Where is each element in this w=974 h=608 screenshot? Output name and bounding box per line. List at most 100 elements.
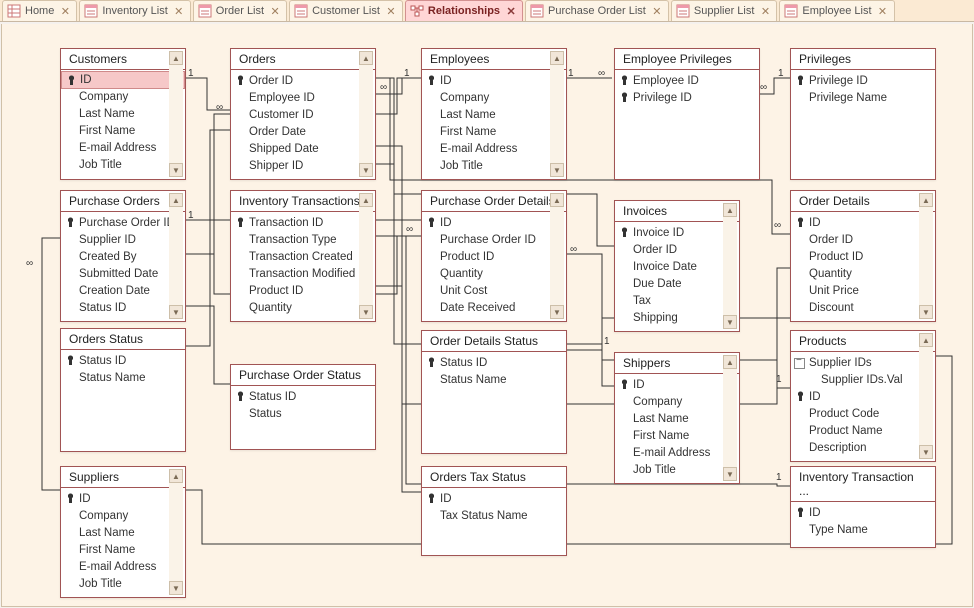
field-row[interactable]: Product Name — [791, 422, 935, 439]
field-row[interactable]: Status Name — [422, 371, 566, 388]
scroll-down-icon[interactable]: ▼ — [919, 305, 933, 319]
field-row[interactable]: Created By — [61, 248, 185, 265]
scroll-down-icon[interactable]: ▼ — [169, 163, 183, 177]
table-purchase-order-status[interactable]: Purchase Order Status Status ID Status — [230, 364, 376, 450]
scrollbar[interactable]: ▲▼ — [550, 193, 564, 319]
close-icon[interactable]: ✕ — [386, 6, 396, 16]
close-icon[interactable]: ✕ — [174, 6, 184, 16]
field-row[interactable]: Status ID — [61, 299, 185, 316]
field-row[interactable]: Product Code — [791, 405, 935, 422]
close-icon[interactable]: ✕ — [652, 6, 662, 16]
table-purchase-order-details[interactable]: Purchase Order Details ID Purchase Order… — [421, 190, 567, 322]
field-row[interactable]: Last Name — [422, 106, 566, 123]
table-employee-privileges[interactable]: Employee Privileges Employee ID Privileg… — [614, 48, 760, 180]
field-row[interactable]: Employee ID — [615, 72, 759, 89]
field-row[interactable]: E-mail Address — [422, 140, 566, 157]
table-orders-tax-status[interactable]: Orders Tax Status ID Tax Status Name — [421, 466, 567, 556]
field-row[interactable]: Transaction ID — [231, 214, 375, 231]
field-row[interactable]: First Name — [422, 123, 566, 140]
scroll-up-icon[interactable]: ▲ — [550, 193, 564, 207]
field-row[interactable]: Customer ID — [231, 106, 375, 123]
table-orders[interactable]: Orders Order ID Employee ID Customer ID … — [230, 48, 376, 180]
close-icon[interactable]: ✕ — [760, 6, 770, 16]
field-row[interactable]: Quantity — [791, 265, 935, 282]
field-row[interactable]: Unit Cost — [422, 282, 566, 299]
tab-inventory-list[interactable]: Inventory List ✕ — [79, 0, 190, 21]
tab-order-list[interactable]: Order List ✕ — [193, 0, 287, 21]
table-order-details[interactable]: Order Details ID Order ID Product ID Qua… — [790, 190, 936, 322]
field-row[interactable]: Product ID — [791, 248, 935, 265]
field-row[interactable]: Company — [615, 393, 739, 410]
table-purchase-orders[interactable]: Purchase Orders Purchase Order ID Suppli… — [60, 190, 186, 322]
table-customers[interactable]: Customers ID Company Last Name First Nam… — [60, 48, 186, 180]
field-row[interactable]: Transaction Type — [231, 231, 375, 248]
field-row[interactable]: Transaction Modified — [231, 265, 375, 282]
field-row[interactable]: ID — [422, 490, 566, 507]
field-row[interactable]: Status ID — [422, 354, 566, 371]
tab-home[interactable]: Home ✕ — [2, 0, 77, 21]
scrollbar[interactable]: ▲▼ — [723, 203, 737, 329]
field-row[interactable]: ID — [615, 376, 739, 393]
scroll-down-icon[interactable]: ▼ — [359, 163, 373, 177]
scrollbar[interactable]: ▲▼ — [169, 193, 183, 319]
field-row[interactable]: E-mail Address — [61, 139, 185, 156]
field-row[interactable]: Job Title — [422, 157, 566, 174]
field-row[interactable]: Company — [422, 89, 566, 106]
scroll-up-icon[interactable]: ▲ — [723, 203, 737, 217]
field-row[interactable]: Last Name — [61, 105, 185, 122]
tab-customer-list[interactable]: Customer List ✕ — [289, 0, 403, 21]
scroll-down-icon[interactable]: ▼ — [550, 305, 564, 319]
close-icon[interactable]: ✕ — [506, 6, 516, 16]
field-row[interactable]: Job Title — [61, 575, 185, 592]
field-row[interactable]: Job Title — [615, 461, 739, 478]
scroll-down-icon[interactable]: ▼ — [919, 445, 933, 459]
field-row[interactable]: Purchase Order ID — [61, 214, 185, 231]
table-products[interactable]: Products Supplier IDs Supplier IDs.Val I… — [790, 330, 936, 462]
field-row[interactable]: Last Name — [615, 410, 739, 427]
scroll-up-icon[interactable]: ▲ — [169, 193, 183, 207]
field-row[interactable]: ID — [61, 71, 185, 89]
close-icon[interactable]: ✕ — [60, 6, 70, 16]
table-employees[interactable]: Employees ID Company Last Name First Nam… — [421, 48, 567, 180]
field-row[interactable]: Shipper ID — [231, 157, 375, 174]
field-row[interactable]: Supplier ID — [61, 231, 185, 248]
field-row[interactable]: Order ID — [791, 231, 935, 248]
table-suppliers[interactable]: Suppliers ID Company Last Name First Nam… — [60, 466, 186, 598]
field-row[interactable]: ID — [61, 490, 185, 507]
field-row[interactable]: Submitted Date — [61, 265, 185, 282]
scrollbar[interactable]: ▲▼ — [723, 355, 737, 481]
tab-purchase-order-list[interactable]: Purchase Order List ✕ — [525, 0, 669, 21]
field-row[interactable]: Type Name — [791, 521, 935, 538]
field-row[interactable]: Product ID — [231, 282, 375, 299]
field-row[interactable]: Last Name — [61, 524, 185, 541]
close-icon[interactable]: ✕ — [270, 6, 280, 16]
field-row[interactable]: Order ID — [615, 241, 739, 258]
scrollbar[interactable]: ▲▼ — [359, 193, 373, 319]
field-row[interactable]: E-mail Address — [615, 444, 739, 461]
scrollbar[interactable]: ▲▼ — [359, 51, 373, 177]
tab-supplier-list[interactable]: Supplier List ✕ — [671, 0, 778, 21]
scroll-up-icon[interactable]: ▲ — [919, 333, 933, 347]
field-row[interactable]: E-mail Address — [61, 558, 185, 575]
field-row[interactable]: Employee ID — [231, 89, 375, 106]
table-inventory-transactions[interactable]: Inventory Transactions Transaction ID Tr… — [230, 190, 376, 322]
field-row[interactable]: Status Name — [61, 369, 185, 386]
field-row[interactable]: Date Received — [422, 299, 566, 316]
table-order-details-status[interactable]: Order Details Status Status ID Status Na… — [421, 330, 567, 454]
scroll-down-icon[interactable]: ▼ — [723, 467, 737, 481]
scroll-down-icon[interactable]: ▼ — [169, 581, 183, 595]
scroll-down-icon[interactable]: ▼ — [169, 305, 183, 319]
scroll-down-icon[interactable]: ▼ — [723, 315, 737, 329]
field-row[interactable]: Description — [791, 439, 935, 456]
field-row[interactable]: Unit Price — [791, 282, 935, 299]
tab-relationships[interactable]: Relationships ✕ — [405, 0, 523, 21]
relationships-canvas[interactable]: 1 ∞ 1 ∞ 1 ∞ ∞ 1 1 ∞ ∞ ∞ 1 1 ∞ 1 Customer… — [1, 24, 973, 607]
scrollbar[interactable]: ▲▼ — [550, 51, 564, 177]
field-row[interactable]: ID — [422, 72, 566, 89]
scroll-down-icon[interactable]: ▼ — [550, 163, 564, 177]
table-privileges[interactable]: Privileges Privilege ID Privilege Name — [790, 48, 936, 180]
field-row[interactable]: Order ID — [231, 72, 375, 89]
field-row[interactable]: Supplier IDs.Val — [791, 371, 935, 388]
field-row[interactable]: Purchase Order ID — [422, 231, 566, 248]
field-row[interactable]: First Name — [61, 541, 185, 558]
